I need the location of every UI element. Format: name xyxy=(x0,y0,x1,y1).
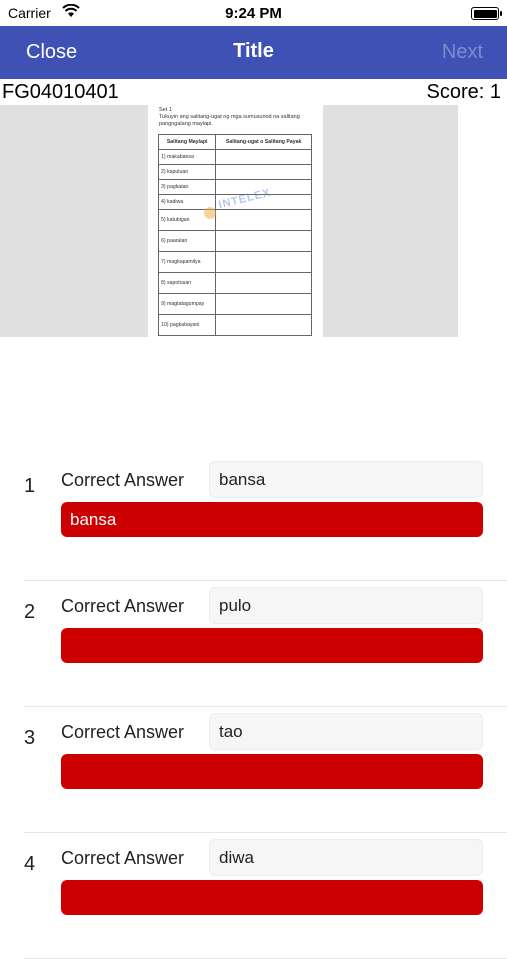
worksheet-set: Set 1 xyxy=(159,107,172,113)
correct-answer-field: pulo xyxy=(209,587,483,624)
correct-answer-field: bansa xyxy=(209,461,483,498)
correct-answer-label: Correct Answer xyxy=(61,470,185,490)
answer-number: 2 xyxy=(24,601,36,623)
next-button[interactable]: Next xyxy=(442,41,483,64)
worksheet-instruction: Tukuyin ang salitang-ugat ng mga sumusun… xyxy=(159,114,300,127)
worksheet-image: Set 1 Tukuyin ang salitang-ugat ng mga s… xyxy=(148,105,323,337)
worksheet-table: Salitang Maylapi Salitang-ugat o Salitan… xyxy=(157,134,312,336)
correct-answer-field: diwa xyxy=(209,839,483,876)
worksheet-row: 2) kapuluan xyxy=(157,164,217,180)
answer-input[interactable] xyxy=(61,880,483,915)
answer-list: 1 Correct Answer bansa 2 Correct Answer … xyxy=(0,455,507,959)
answer-input[interactable] xyxy=(61,502,483,537)
correct-answer-label: Correct Answer xyxy=(61,722,185,742)
correct-answer-label: Correct Answer xyxy=(61,596,185,616)
worksheet-col2-header: Salitang-ugat o Salitang Payak xyxy=(215,134,312,150)
worksheet-row: 10) pagkabayani xyxy=(157,314,217,336)
question-code: FG04010401 xyxy=(2,81,119,103)
correct-answer-label: Correct Answer xyxy=(61,848,185,868)
close-button[interactable]: Close xyxy=(26,41,77,64)
correct-answer-field: tao xyxy=(209,713,483,750)
answer-input[interactable] xyxy=(61,754,483,789)
worksheet-row: 8) sapotusan xyxy=(157,272,217,294)
navigation-bar: Close Title Next xyxy=(0,26,507,79)
info-row: FG04010401 Score: 1 xyxy=(0,81,507,105)
answer-number: 1 xyxy=(24,475,36,497)
answer-number: 3 xyxy=(24,727,36,749)
worksheet-row: 9) magtatagumpay xyxy=(157,293,217,315)
answer-number: 4 xyxy=(24,853,36,875)
status-bar: Carrier 9:24 PM xyxy=(0,0,507,26)
worksheet-row: 6) paaralan xyxy=(157,230,217,252)
answer-row: 1 Correct Answer bansa xyxy=(24,455,507,581)
answer-row: 3 Correct Answer tao xyxy=(24,707,507,833)
battery-icon xyxy=(471,7,502,20)
clock: 9:24 PM xyxy=(225,5,282,22)
answer-input[interactable] xyxy=(61,628,483,663)
worksheet-row: 1) makabansa xyxy=(157,149,217,165)
answer-row: 4 Correct Answer diwa xyxy=(24,833,507,959)
score-label: Score: 1 xyxy=(426,81,501,103)
worksheet-row: 3) pagkatao xyxy=(157,179,217,195)
worksheet-col1-header: Salitang Maylapi xyxy=(157,134,217,150)
watermark-logo-icon xyxy=(204,207,216,219)
answer-row: 2 Correct Answer pulo xyxy=(24,581,507,707)
worksheet-image-area[interactable]: Set 1 Tukuyin ang salitang-ugat ng mga s… xyxy=(0,105,458,337)
worksheet-row: 7) magkapamilya xyxy=(157,251,217,273)
